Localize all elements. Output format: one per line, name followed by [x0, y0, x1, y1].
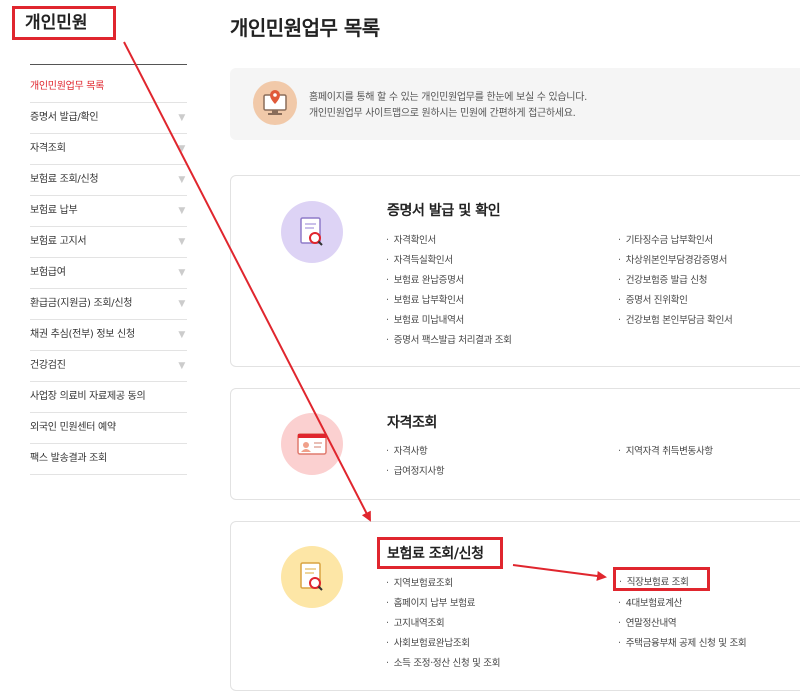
arrow-to-premium-section	[123, 41, 371, 522]
annotation-arrows	[123, 41, 607, 581]
arrow-to-employee-premium	[512, 564, 607, 581]
